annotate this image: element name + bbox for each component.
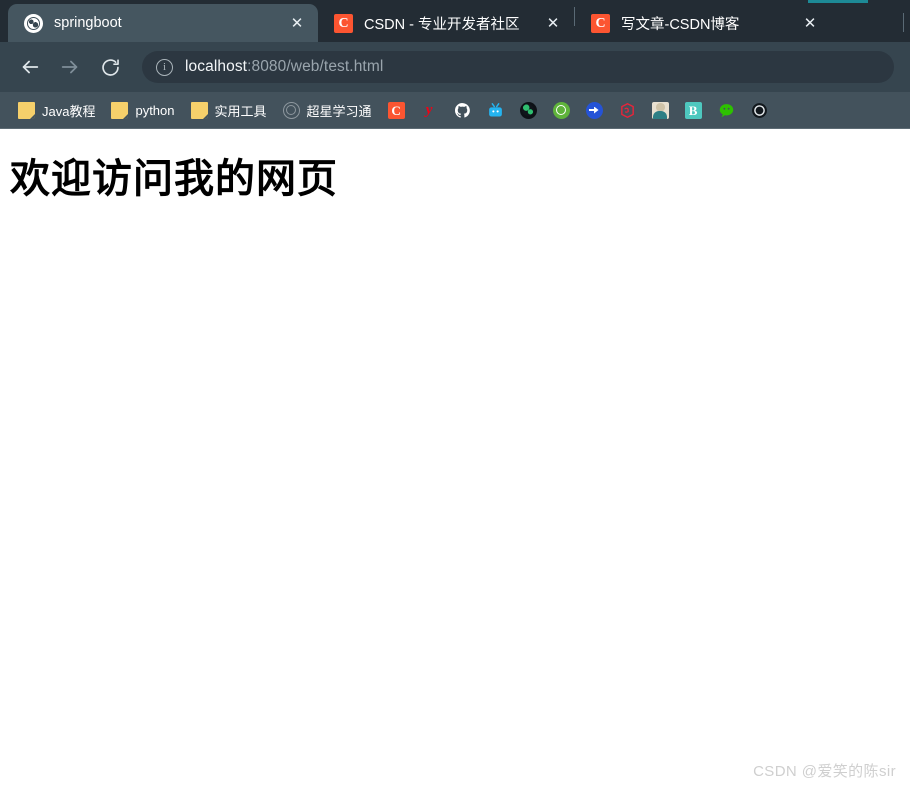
csdn-watermark: CSDN @爱笑的陈sir	[753, 763, 896, 780]
back-button[interactable]	[10, 47, 50, 87]
bookmark-csdn[interactable]: C	[380, 98, 413, 123]
tab-close-button[interactable]: ✕	[286, 12, 308, 34]
forward-arrow-icon	[59, 56, 81, 78]
dark-globe-icon	[519, 101, 537, 119]
bookmark-red-3d[interactable]	[611, 98, 644, 123]
bookmark-wechat[interactable]	[710, 98, 743, 123]
bookmark-y[interactable]: y	[413, 98, 446, 123]
tab-title: CSDN - 专业开发者社区	[364, 16, 520, 33]
reload-icon	[100, 57, 121, 78]
bookmark-python[interactable]: python	[103, 98, 182, 123]
globe-icon	[24, 13, 43, 33]
folder-icon	[111, 101, 129, 119]
globe-gray-icon	[282, 101, 300, 119]
folder-icon	[18, 101, 35, 119]
url-path: :8080/web/test.html	[247, 58, 384, 75]
back-arrow-icon	[19, 56, 41, 78]
url-host: localhost	[185, 58, 248, 75]
tab-strip-accent-line	[808, 0, 868, 3]
bookmark-dark-globe[interactable]	[512, 98, 545, 123]
forward-button[interactable]	[50, 47, 90, 87]
address-bar[interactable]: i localhost:8080/web/test.html	[142, 51, 894, 83]
bookmark-chaoxing[interactable]: 超星学习通	[275, 97, 380, 124]
folder-icon	[190, 101, 208, 119]
tab-strip: springboot ✕ C CSDN - 专业开发者社区 ✕ C 写文章-CS…	[0, 0, 910, 42]
tab-csdn-write[interactable]: C 写文章-CSDN博客 ✕	[575, 4, 831, 42]
csdn-icon: C	[591, 13, 610, 33]
tab-title: springboot	[54, 15, 122, 31]
site-info-icon[interactable]: i	[156, 58, 173, 76]
tab-close-button[interactable]: ✕	[542, 12, 564, 34]
bookmark-label: 超星学习通	[306, 103, 372, 119]
blue-arrow-icon	[585, 101, 603, 119]
page-content: 欢迎访问我的网页 CSDN @爱笑的陈sir	[0, 129, 910, 795]
partial-dark-icon	[751, 102, 768, 119]
bilibili-icon	[487, 102, 504, 119]
tab-close-button[interactable]: ✕	[799, 12, 821, 34]
bookmark-label: Java教程	[42, 103, 96, 119]
github-icon	[454, 102, 471, 119]
bookmark-partial[interactable]	[743, 98, 776, 123]
tab-springboot[interactable]: springboot ✕	[8, 4, 318, 42]
url-text: localhost:8080/web/test.html	[185, 58, 383, 76]
bookmark-label: 实用工具	[214, 103, 267, 119]
tab-title: 写文章-CSDN博客	[621, 16, 740, 33]
tab-csdn-community[interactable]: C CSDN - 专业开发者社区 ✕	[318, 4, 574, 42]
search-circle-icon	[552, 101, 570, 119]
bookmark-label: python	[135, 102, 175, 118]
bookmark-avatar[interactable]	[644, 98, 677, 123]
bookmark-java-tutorial[interactable]: Java教程	[10, 97, 103, 124]
page-title: 欢迎访问我的网页	[10, 157, 338, 201]
bookmarks-bar: Java教程 python 实用工具 超星学习通 C y B	[0, 92, 910, 129]
csdn-icon: C	[334, 13, 353, 33]
reload-button[interactable]	[90, 47, 130, 87]
bookmark-bilibili[interactable]	[479, 98, 512, 123]
bookmark-360-search[interactable]	[545, 98, 578, 123]
tab-divider-right	[903, 13, 904, 32]
csdn-icon: C	[387, 101, 405, 119]
bookmark-useful-tools[interactable]: 实用工具	[183, 97, 275, 124]
wechat-icon	[718, 102, 735, 119]
bookmark-bootstrap[interactable]: B	[677, 98, 710, 123]
browser-window: springboot ✕ C CSDN - 专业开发者社区 ✕ C 写文章-CS…	[0, 0, 910, 795]
bookmark-blue-arrow[interactable]	[578, 98, 611, 123]
bookmark-github[interactable]	[446, 98, 479, 123]
avatar-icon	[651, 101, 669, 119]
y-letter-icon: y	[425, 101, 433, 118]
browser-toolbar: i localhost:8080/web/test.html	[0, 42, 910, 92]
red-3d-icon	[619, 102, 636, 119]
bootstrap-icon: B	[684, 101, 702, 119]
